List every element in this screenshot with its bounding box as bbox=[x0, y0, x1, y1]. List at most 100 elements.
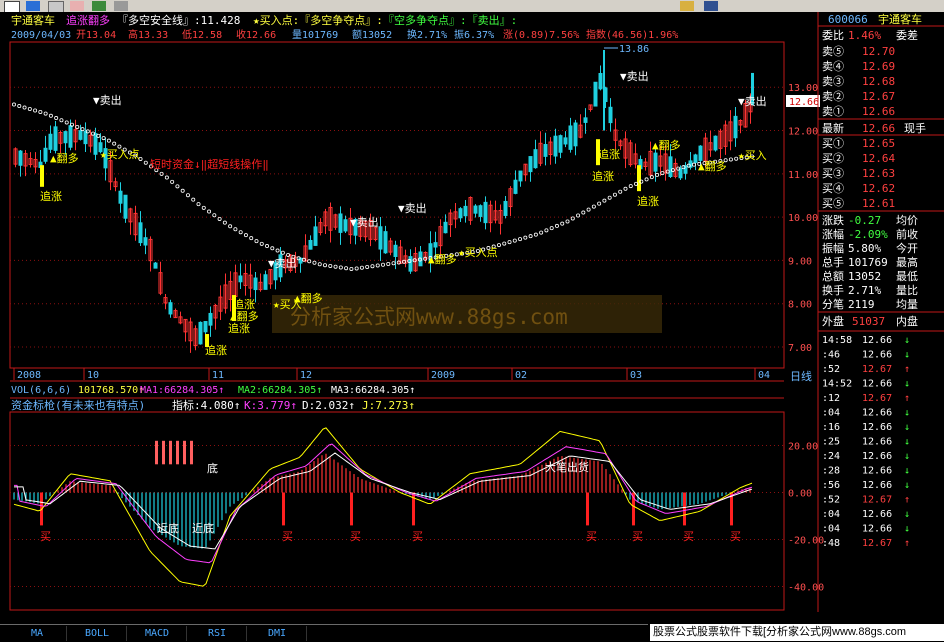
vol-ma2: MA2:66284.305↑ bbox=[238, 385, 322, 396]
price-tick: 13.00 bbox=[788, 83, 818, 94]
tick-time: :04 bbox=[822, 408, 840, 419]
info-amount: 额13052 bbox=[352, 28, 392, 41]
chart-annotation: ▼卖出 bbox=[93, 93, 122, 107]
color-icon[interactable] bbox=[92, 1, 106, 11]
candle-body bbox=[123, 194, 128, 219]
tab-rsi[interactable]: RSI bbox=[188, 626, 247, 641]
signal-bar bbox=[162, 440, 165, 465]
fill-icon[interactable] bbox=[680, 1, 694, 11]
arrow-down-icon: ↓ bbox=[904, 350, 910, 361]
stat-right: 均量 bbox=[896, 298, 918, 311]
signal-bar bbox=[176, 440, 179, 465]
buy-label: 买② bbox=[822, 152, 844, 165]
stock-icon[interactable] bbox=[26, 1, 40, 11]
candle-body bbox=[63, 131, 68, 144]
tab-ma[interactable]: MA bbox=[8, 626, 67, 641]
weicha-label: 委差 bbox=[896, 28, 918, 42]
indicator-d: D:2.032↑ bbox=[302, 399, 355, 412]
stat-label: 分笔 bbox=[822, 297, 844, 311]
chart-canvas[interactable]: 宇通客车 追涨翻多 『多空安全线』:11.428 ★买入点:『多空争夺点』: 『… bbox=[0, 12, 944, 612]
period-label[interactable]: 日线 bbox=[790, 369, 812, 383]
candle-body bbox=[558, 135, 563, 153]
indicator-k: K:3.779↑ bbox=[244, 399, 297, 412]
indicator-annotation: 买 bbox=[282, 530, 293, 543]
tab-dmi[interactable]: DMI bbox=[248, 626, 307, 641]
candle-body bbox=[263, 274, 268, 290]
info-change: 涨(0.89)7.56% bbox=[503, 29, 579, 41]
indicator-tabs: MA BOLL MACD RSI DMI bbox=[0, 624, 648, 642]
indicator-annotation: 买 bbox=[683, 530, 694, 543]
date-tick: 2008 bbox=[17, 370, 41, 381]
lower-tick: -40.00 bbox=[788, 583, 824, 594]
sell-label: 卖③ bbox=[822, 75, 844, 88]
date-tick: 10 bbox=[87, 370, 99, 381]
candle-body bbox=[43, 147, 48, 162]
tab-macd[interactable]: MACD bbox=[128, 626, 187, 641]
chart-annotation: 追涨 bbox=[228, 321, 250, 335]
price-tick: 10.00 bbox=[788, 213, 818, 224]
tick-price: 12.66 bbox=[862, 480, 892, 491]
arrow-down-icon: ↓ bbox=[904, 466, 910, 477]
tick-time: :16 bbox=[822, 422, 840, 433]
candle-body bbox=[308, 239, 313, 250]
tick-price: 12.66 bbox=[862, 335, 892, 346]
candle-body bbox=[483, 201, 488, 224]
tick-time: :04 bbox=[822, 524, 840, 535]
tick-time: :25 bbox=[822, 437, 840, 448]
tick-time: 14:52 bbox=[822, 379, 852, 390]
candle-body bbox=[593, 81, 598, 107]
tick-price: 12.66 bbox=[862, 408, 892, 419]
save-icon[interactable] bbox=[704, 1, 718, 11]
arrow-down-icon: ↓ bbox=[904, 379, 910, 390]
stat-label: 总额 bbox=[822, 269, 844, 283]
sell-price: 12.69 bbox=[862, 60, 895, 73]
sell-price: 12.67 bbox=[862, 90, 895, 103]
indicator-annotation: 买 bbox=[632, 530, 643, 543]
candle-body bbox=[568, 125, 573, 150]
formula-name: 追涨翻多 bbox=[66, 13, 110, 27]
stat-label: 总手 bbox=[822, 255, 844, 269]
arrow-down-icon: ↓ bbox=[904, 509, 910, 520]
info-date: 2009/04/03 bbox=[11, 30, 71, 41]
chart-annotation: 追涨 bbox=[40, 189, 62, 203]
candle-body bbox=[408, 256, 413, 272]
candle-body bbox=[118, 190, 123, 204]
stat-label: 振幅 bbox=[822, 241, 844, 255]
vol-value: 101768.570↑ bbox=[78, 385, 144, 396]
footer-link[interactable]: 股票公式股票软件下载[分析家公式网www.88gs.com bbox=[650, 624, 944, 641]
date-tick: 2009 bbox=[431, 370, 455, 381]
tick-price: 12.66 bbox=[862, 437, 892, 448]
candle-body bbox=[713, 135, 718, 151]
lower-tick: 20.00 bbox=[788, 442, 818, 453]
inner-label: 内盘 bbox=[896, 314, 918, 328]
tick-price: 12.66 bbox=[862, 466, 892, 477]
chart-annotation: ▲翻多 bbox=[652, 138, 681, 152]
strong-zone-label: 『空多争夺点』:『卖出』: bbox=[383, 13, 517, 27]
tick-time: :04 bbox=[822, 509, 840, 520]
info-open: 开13.04 bbox=[76, 30, 116, 41]
eraser-icon[interactable] bbox=[70, 1, 84, 11]
candle-body bbox=[478, 205, 483, 217]
candle-body bbox=[463, 205, 468, 217]
signal-bar bbox=[169, 440, 172, 465]
candle-body bbox=[653, 152, 658, 172]
tab-boll[interactable]: BOLL bbox=[68, 626, 127, 641]
chart-annotation: 追涨 bbox=[592, 169, 614, 183]
candle-body bbox=[433, 242, 438, 248]
candle-body bbox=[473, 205, 478, 214]
tick-time: :56 bbox=[822, 480, 840, 491]
arrow-down-icon: ↓ bbox=[904, 480, 910, 491]
tick-time: :48 bbox=[822, 538, 840, 549]
tick-price: 12.67 bbox=[862, 495, 892, 506]
grid-icon[interactable] bbox=[114, 1, 128, 11]
peak-label: 13.86 bbox=[619, 44, 649, 55]
tick-price: 12.66 bbox=[862, 350, 892, 361]
buy-signal-bar bbox=[350, 492, 353, 526]
candle-body bbox=[563, 137, 568, 145]
indicator-annotation: 大笔出货 bbox=[545, 460, 589, 474]
price-tick: 7.00 bbox=[788, 343, 812, 354]
candle-body bbox=[53, 126, 58, 151]
date-tick: 12 bbox=[300, 370, 312, 381]
stock-name: 宇通客车 bbox=[11, 13, 55, 27]
candle-body bbox=[553, 135, 558, 157]
